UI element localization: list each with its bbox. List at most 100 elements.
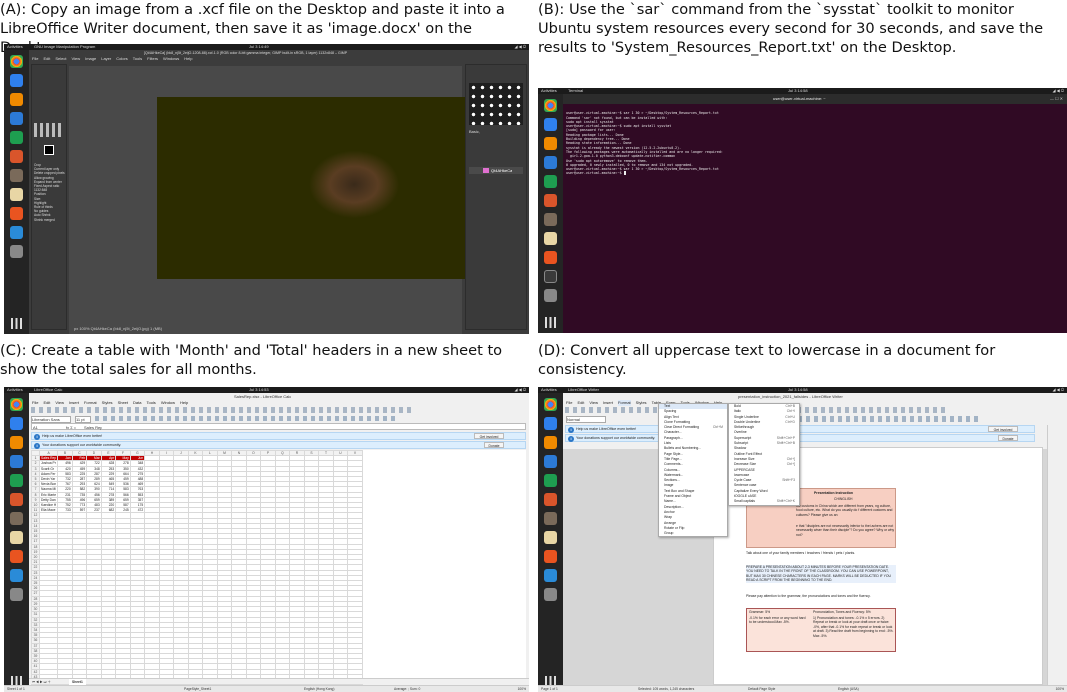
cell-table[interactable]: A B C D E F G H I J K L M N O P Q R S T U V 1 Sales Rep Jan Feb Ma… (31, 449, 363, 692)
cell[interactable]: Kaedice H (38, 502, 59, 509)
menu-select[interactable]: Select (55, 56, 66, 62)
menu-file[interactable]: File (32, 56, 38, 62)
menu-image[interactable]: Image (85, 56, 96, 62)
calc-icon[interactable] (544, 474, 557, 487)
font-name-box[interactable]: Liberation Sans (31, 416, 71, 423)
donate-button[interactable]: Donate (998, 435, 1018, 441)
chrome-icon[interactable] (544, 99, 557, 112)
brush-grid[interactable] (469, 83, 523, 125)
menu-tools[interactable]: Tools (146, 400, 155, 406)
color-swatch[interactable] (44, 145, 54, 155)
menu-layer[interactable]: Layer (101, 56, 111, 62)
terminal-output[interactable]: user@user-virtual-machine:~$ sar 1 30 > … (563, 104, 1067, 333)
app-grid-icon[interactable] (545, 317, 556, 328)
format-menu[interactable]: Text Spacing Align Text Clone Formatting Cle… (658, 403, 728, 538)
tool-option[interactable]: Shrink merged (34, 218, 66, 222)
gimp-icon[interactable] (10, 512, 23, 525)
paragraph-style-box[interactable]: Normal (566, 416, 606, 423)
calc-icon[interactable] (544, 175, 557, 188)
chrome-icon[interactable] (10, 398, 23, 411)
cell[interactable]: Joshua Pr (38, 460, 59, 467)
vscode-icon[interactable] (10, 74, 23, 87)
writer-icon[interactable] (10, 112, 23, 125)
gimp-icon[interactable] (544, 213, 557, 226)
vlc-icon[interactable] (10, 436, 23, 449)
window-controls-icon[interactable]: — ☐ ✕ (1050, 96, 1063, 101)
menu-styles[interactable]: Styles (636, 400, 647, 406)
software-icon[interactable] (10, 207, 23, 220)
cell[interactable]: Sales Rep (38, 455, 59, 462)
menu-view[interactable]: View (55, 400, 64, 406)
files-icon[interactable] (544, 531, 557, 544)
spreadsheet-grid[interactable]: A B C D E F G H I J K L M N O P Q R S T U V 1 Sales Rep Jan Feb Ma… (31, 449, 526, 692)
menu-insert[interactable]: Insert (603, 400, 613, 406)
trash-icon[interactable] (544, 289, 557, 302)
menu-file[interactable]: File (32, 400, 38, 406)
menu-item[interactable]: Group (659, 531, 727, 536)
menu-edit[interactable]: Edit (43, 56, 50, 62)
help-icon[interactable] (544, 569, 557, 582)
menu-window[interactable]: Window (161, 400, 175, 406)
tool-option[interactable]: Delete cropped pixels (34, 171, 66, 175)
menu-edit[interactable]: Edit (43, 400, 50, 406)
vscode-icon[interactable] (544, 417, 557, 430)
app-grid-icon[interactable] (11, 318, 22, 329)
files-icon[interactable] (544, 232, 557, 245)
impress-icon[interactable] (10, 493, 23, 506)
vlc-icon[interactable] (544, 436, 557, 449)
zoom-level[interactable]: 100% (518, 686, 526, 692)
writer-icon[interactable] (10, 455, 23, 468)
formula-input[interactable]: Sales Rep (84, 425, 102, 430)
impress-icon[interactable] (544, 194, 557, 207)
vscode-icon[interactable] (544, 118, 557, 131)
menu-colors[interactable]: Colors (116, 56, 128, 62)
menu-insert[interactable]: Insert (69, 400, 79, 406)
menu-edit[interactable]: Edit (577, 400, 584, 406)
menu-format[interactable]: Format (617, 400, 631, 406)
help-icon[interactable] (10, 226, 23, 239)
image-canvas[interactable] (69, 66, 475, 334)
vscode-icon[interactable] (10, 417, 23, 430)
cell[interactable]: Elia Mace (38, 507, 59, 514)
function-icon[interactable]: fx Σ = (66, 425, 76, 430)
trash-icon[interactable] (10, 588, 23, 601)
format-buttons[interactable] (95, 416, 395, 421)
software-icon[interactable] (544, 251, 557, 264)
gimp-icon[interactable] (544, 512, 557, 525)
toolbox-tools[interactable] (34, 123, 64, 137)
vlc-icon[interactable] (10, 93, 23, 106)
menu-tools[interactable]: Tools (133, 56, 142, 62)
cell[interactable]: Devin Yar (38, 475, 59, 483)
menu-sheet[interactable]: Sheet (118, 400, 128, 406)
menu-styles[interactable]: Styles (102, 400, 113, 406)
system-tray-icon[interactable]: ◢ ◀ ⏻ (514, 387, 526, 393)
get-involved-button[interactable]: Get involved (474, 433, 504, 439)
menu-help[interactable]: Help (184, 56, 192, 62)
gimp-icon[interactable] (10, 169, 23, 182)
cell[interactable]: Adam Fer (38, 470, 59, 478)
cat-image[interactable] (157, 97, 475, 279)
chrome-icon[interactable] (10, 55, 23, 68)
writer-icon[interactable] (544, 455, 557, 468)
zoom-level[interactable]: 100% (1056, 686, 1064, 692)
name-box[interactable]: A1 (33, 425, 63, 430)
help-icon[interactable] (10, 569, 23, 582)
writer-icon[interactable] (544, 156, 557, 169)
menu-item[interactable]: Small capitals Shift+Ctrl+K (729, 499, 799, 504)
menu-format[interactable]: Format (84, 400, 97, 406)
menu-file[interactable]: File (566, 400, 572, 406)
layer-row[interactable]: Qt4AHkeCa (469, 167, 523, 174)
marks-table[interactable]: Grammar: 5% Pronunciation, Tones and Flu… (746, 608, 896, 652)
donate-button[interactable]: Donate (484, 442, 504, 448)
trash-icon[interactable] (10, 245, 23, 258)
files-icon[interactable] (10, 188, 23, 201)
get-involved-button[interactable]: Get involved (988, 426, 1018, 432)
calc-icon[interactable] (10, 131, 23, 144)
impress-icon[interactable] (10, 150, 23, 163)
files-icon[interactable] (10, 531, 23, 544)
cell[interactable]: Detty Dan (38, 496, 59, 504)
calc-icon[interactable] (10, 474, 23, 487)
menu-view[interactable]: View (589, 400, 598, 406)
cell[interactable]: Naoma Mi (38, 486, 59, 493)
chrome-icon[interactable] (544, 398, 557, 411)
